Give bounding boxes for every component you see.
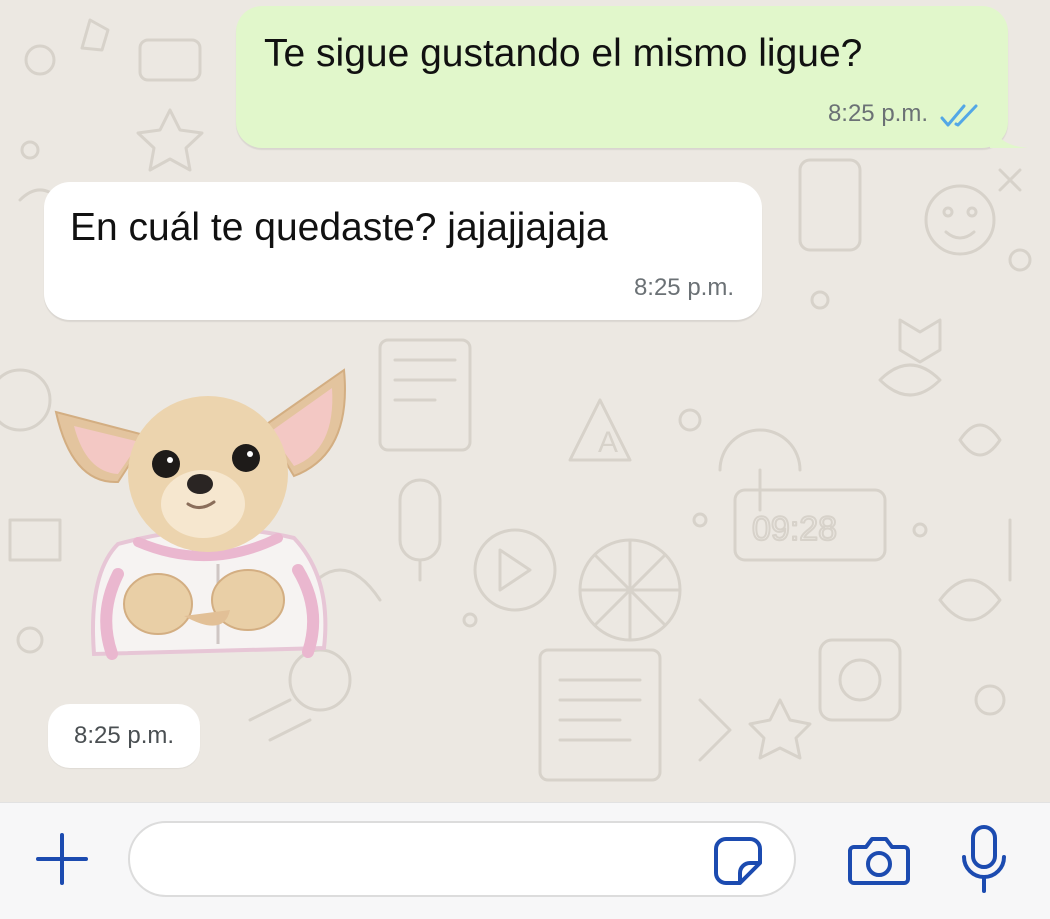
sticker-icon[interactable] <box>710 833 766 889</box>
camera-icon[interactable] <box>846 829 912 889</box>
microphone-icon[interactable] <box>956 823 1012 895</box>
message-text: En cuál te quedaste? jajajjajaja <box>70 206 608 249</box>
sticker-time-badge: 8:25 p.m. <box>48 704 201 768</box>
incoming-message-bubble[interactable]: En cuál te quedaste? jajajjajaja 8:25 p.… <box>44 182 762 320</box>
message-text: Te sigue gustando el mismo ligue? <box>264 32 863 75</box>
message-input-field[interactable] <box>128 821 796 897</box>
message-time: 8:25 p.m. <box>827 100 928 127</box>
outgoing-message-bubble[interactable]: Te sigue gustando el mismo ligue? 8:25 p… <box>236 6 1028 148</box>
chihuahua-sticker[interactable] <box>48 364 368 664</box>
double-check-read-icon <box>940 104 978 127</box>
message-time: 8:25 p.m. <box>633 274 734 301</box>
chat-area: A 09:28 Te sigue gustando el mismo ligue… <box>0 0 1050 802</box>
svg-text:A: A <box>598 426 618 459</box>
bubble-tail <box>990 118 1028 148</box>
plus-icon[interactable] <box>34 831 90 887</box>
message-input-bar <box>0 802 1050 919</box>
svg-text:09:28: 09:28 <box>752 510 837 548</box>
message-input[interactable] <box>154 837 698 883</box>
